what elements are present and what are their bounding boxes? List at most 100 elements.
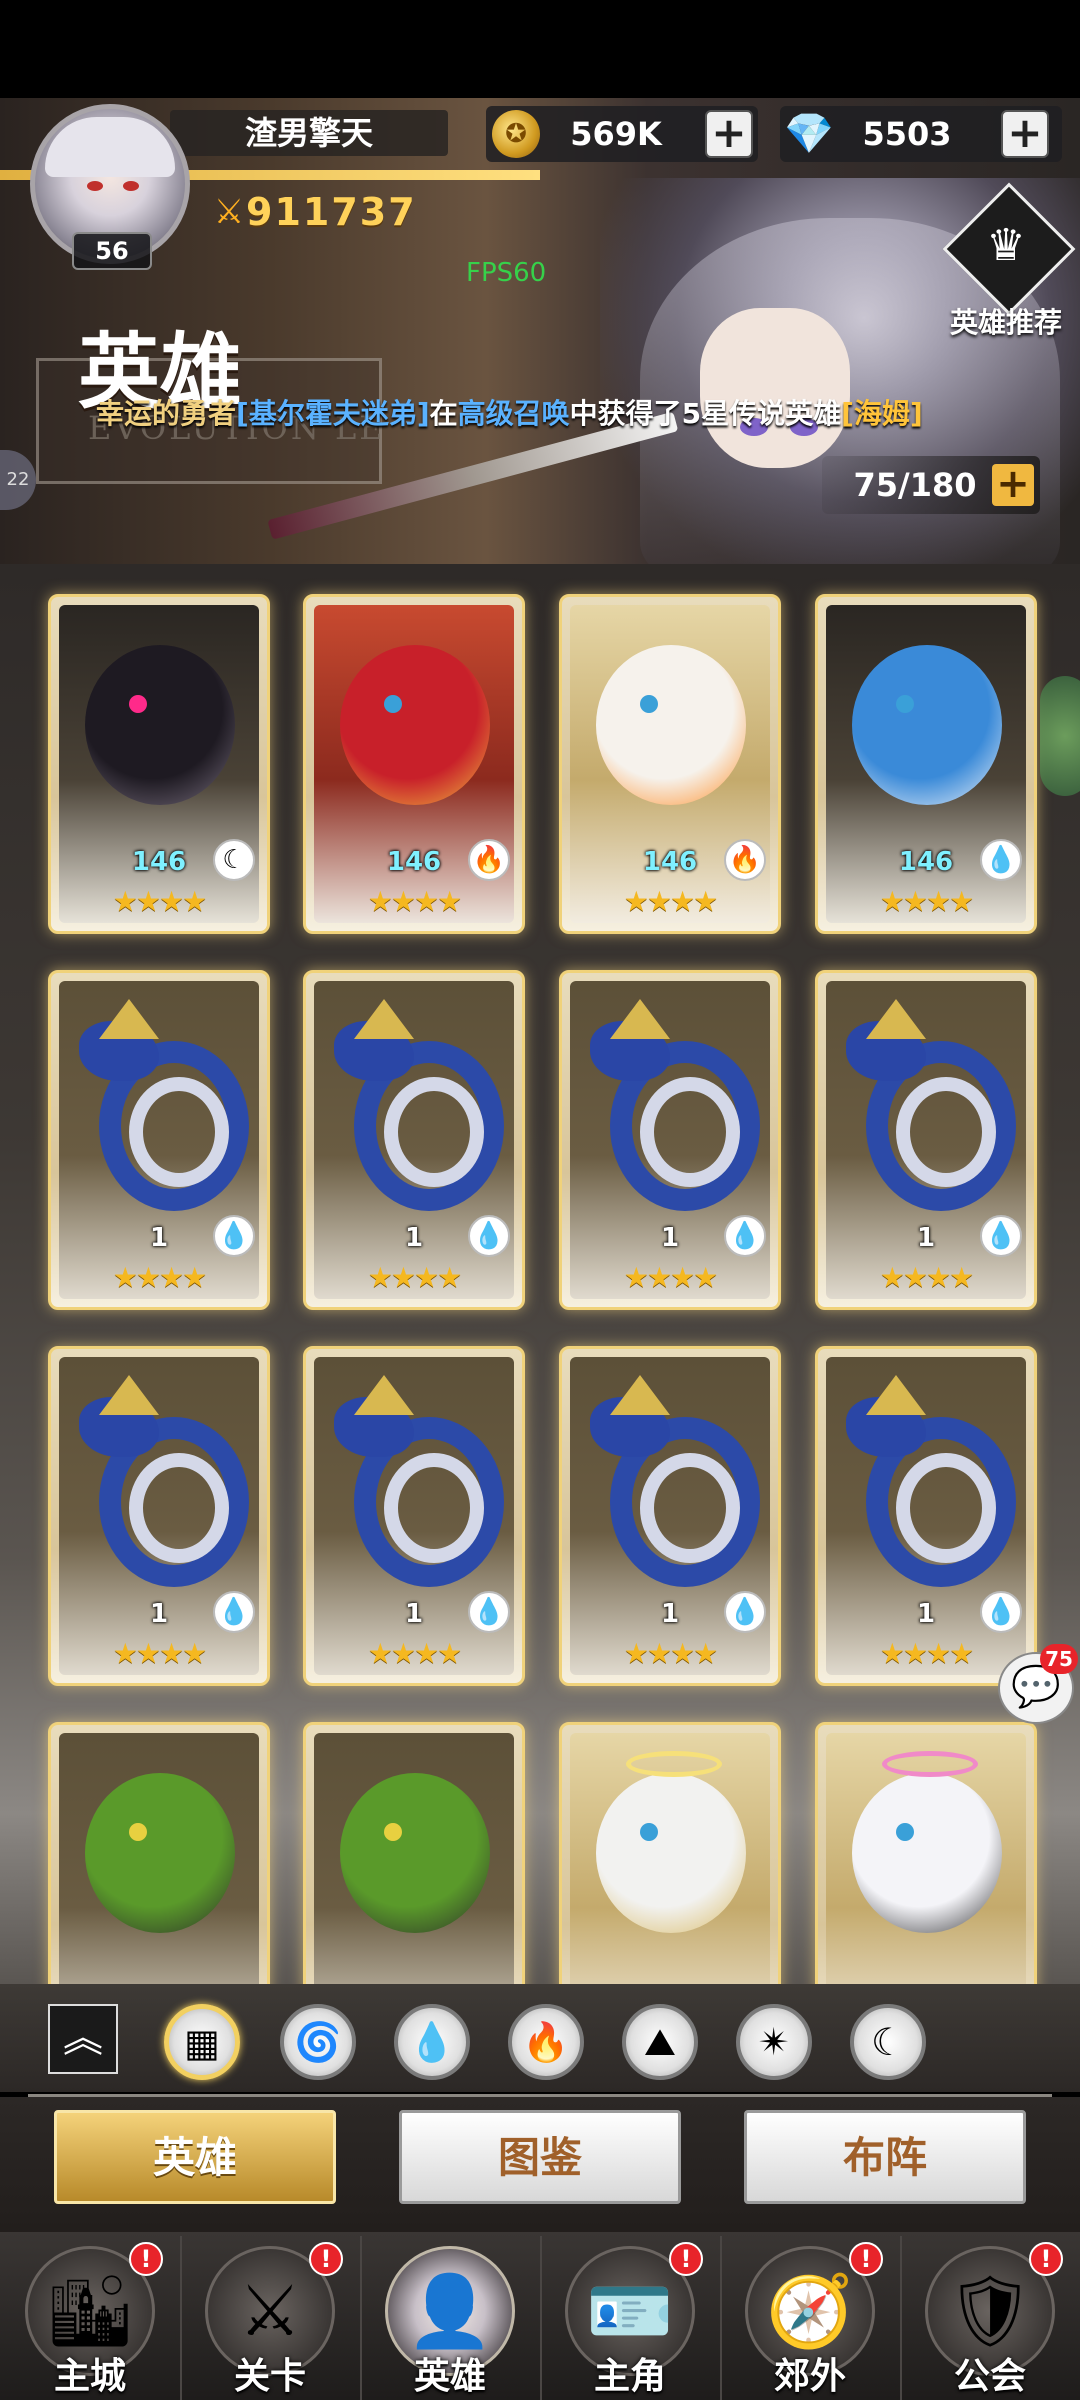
hero-card[interactable]: ✴ [559,1722,781,1984]
creature-eye [896,695,914,713]
halo-icon [882,1751,978,1777]
hero-card[interactable]: ✴ [815,1722,1037,1984]
creature-body [852,1773,1002,1933]
hero-card[interactable]: 1 💧 ★★★★ [48,1346,270,1686]
nav-item[interactable]: 👤 英雄 [365,2236,535,2400]
hero-card[interactable]: 1 💧 ★★★★ [559,1346,781,1686]
serpent-crest [354,1375,414,1415]
nav-label: 郊外 [773,2356,846,2397]
nav-item[interactable]: 🛡 公会! [905,2236,1075,2400]
add-gold-button[interactable]: + [705,110,753,158]
nav-divider [900,2236,902,2400]
star-rating: ★★★★ [112,1637,207,1670]
star-rating: ★★★★ [623,885,718,918]
water-icon: 💧 [468,1215,510,1257]
combat-power: 911737 [246,190,417,234]
nav-item[interactable]: 🪪 主角! [545,2236,715,2400]
gem-amount: 5503 [862,115,952,153]
expand-capacity-button[interactable]: + [992,464,1034,506]
creature-eye [129,695,147,713]
hero-portrait [59,1733,259,1984]
hero-card[interactable]: 146 💧 ★★★★ [815,594,1037,934]
water-icon: 💧 [213,1215,255,1257]
announcement-marquee: 幸运的勇者[基尔霍夫迷弟]在高级召唤中获得了5星传说英雄[海姆] [96,392,1076,436]
creature-body [85,1773,235,1933]
crossed-swords-icon: ⚔ [213,192,245,232]
nav-item[interactable]: 🏙 主城! [5,2236,175,2400]
earth-filter-icon[interactable]: ⛰ [622,2004,698,2080]
serpent-belly [896,1077,996,1187]
notification-badge: ! [1029,2242,1063,2276]
light-filter-icon[interactable]: ✴ [736,2004,812,2080]
hero-card[interactable]: 146 ☾ ★★★★ [48,594,270,934]
star-rating: ★★★★ [879,885,974,918]
serpent-belly [640,1077,740,1187]
star-rating: ★★★★ [879,1637,974,1670]
star-rating: ★★★★ [623,1637,718,1670]
marquee-hero: [海姆] [841,397,923,430]
water-icon: 💧 [468,1591,510,1633]
hero-card[interactable]: 🌀 [303,1722,525,1984]
star-rating: ★★★★ [879,1261,974,1294]
marquee-player: [基尔霍夫迷弟] [236,397,430,430]
hero-card[interactable]: 1 💧 ★★★★ [815,970,1037,1310]
all-filter-icon[interactable]: ▦ [164,2004,240,2080]
tab-codex[interactable]: 图鉴 [399,2110,681,2204]
dark-filter-icon[interactable]: ☾ [850,2004,926,2080]
water-icon: 💧 [724,1591,766,1633]
creature-eye [640,695,658,713]
serpent-belly [896,1453,996,1563]
nav-divider [180,2236,182,2400]
hero-card[interactable]: 1 💧 ★★★★ [303,970,525,1310]
creature-body [852,645,1002,805]
serpent-belly [384,1077,484,1187]
serpent-crest [99,999,159,1039]
tab-formation[interactable]: 布阵 [744,2110,1026,2204]
creature-body [596,1773,746,1933]
water-icon: 💧 [724,1215,766,1257]
marquee-text: 中获得了5星传说英雄 [569,397,842,430]
collapse-chevron-icon[interactable]: ︽ [48,2004,118,2074]
moon-icon: ☾ [213,839,255,881]
nav-item[interactable]: 🧭 郊外! [725,2236,895,2400]
gold-amount: 569K [570,115,662,153]
fire-filter-icon[interactable]: 🔥 [508,2004,584,2080]
add-gems-button[interactable]: + [1001,110,1049,158]
fire-icon: 🔥 [468,839,510,881]
marquee-text: 幸运的勇者 [96,397,237,430]
serpent-crest [354,999,414,1039]
hero-recommend-button[interactable]: ♛ [940,182,1076,316]
creature-body [85,645,235,805]
avatar-eye [123,181,139,191]
hero-card[interactable]: 146 🔥 ★★★★ [559,594,781,934]
water-filter-icon[interactable]: 💧 [394,2004,470,2080]
notification-badge: ! [669,2242,703,2276]
water-icon: 💧 [980,839,1022,881]
creature-body [340,645,490,805]
water-icon: 💧 [980,1591,1022,1633]
serpent-crest [610,1375,670,1415]
star-rating: ★★★★ [112,885,207,918]
nav-label: 英雄 [413,2356,486,2397]
notification-badge: ! [849,2242,883,2276]
marquee-text: 在 [429,397,458,430]
hero-card[interactable]: 1 💧 ★★★★ [559,970,781,1310]
tab-heroes[interactable]: 英雄 [54,2110,336,2204]
hero-card[interactable]: 🌀 [48,1722,270,1984]
hero-card[interactable]: 1 💧 ★★★★ [815,1346,1037,1686]
hero-card[interactable]: 146 🔥 ★★★★ [303,594,525,934]
nav-item[interactable]: ⚔ 关卡! [185,2236,355,2400]
notification-badge: ! [309,2242,343,2276]
wind-filter-icon[interactable]: 🌀 [280,2004,356,2080]
nav-label: 关卡 [233,2356,306,2397]
player-name: 渣男擎天 [244,114,373,152]
hero-recommend-label[interactable]: 英雄推荐 [936,304,1076,342]
serpent-belly [129,1453,229,1563]
hero-icon: 👤 [406,2270,494,2352]
serpent-crest [99,1375,159,1415]
avatar-eye [87,181,103,191]
hero-card[interactable]: 1 💧 ★★★★ [48,970,270,1310]
diamond-icon: 💎 [784,111,834,157]
hero-capacity: 75/180 [853,466,977,504]
hero-card[interactable]: 1 💧 ★★★★ [303,1346,525,1686]
